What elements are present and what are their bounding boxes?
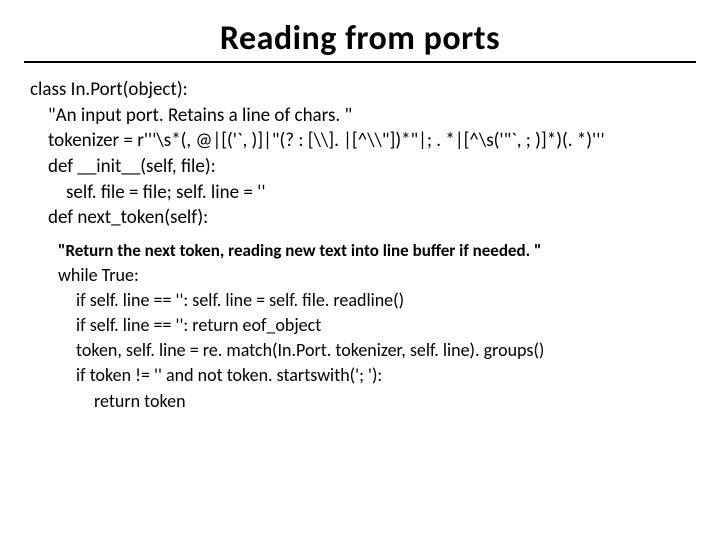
code-line: self. file = file; self. line = '' (30, 180, 690, 206)
code-line: if self. line == '': return eof_object (40, 313, 690, 338)
docstring: "Return the next token, reading new text… (40, 239, 690, 263)
slide-title: Reading from ports (220, 18, 500, 59)
code-line: tokenizer = r'''\s*(, @|[('`, )]|"(? : [… (30, 128, 690, 154)
code-line: def __init__(self, file): (30, 154, 690, 180)
code-block-outer: class In.Port(object): "An input port. R… (30, 77, 690, 231)
slide: Reading from ports class In.Port(object)… (0, 18, 720, 558)
code-line: token, self. line = re. match(In.Port. t… (40, 338, 690, 363)
code-line: if token != '' and not token. startswith… (40, 363, 690, 388)
title-container: Reading from ports (24, 18, 696, 63)
code-line: if self. line == '': self. line = self. … (40, 288, 690, 313)
code-block-inner: "Return the next token, reading new text… (40, 239, 690, 414)
code-line: while True: (40, 263, 690, 288)
code-line: return token (40, 389, 690, 414)
code-line: class In.Port(object): (30, 77, 690, 103)
code-line: "An input port. Retains a line of chars.… (30, 103, 690, 129)
code-line: def next_token(self): (30, 205, 690, 231)
